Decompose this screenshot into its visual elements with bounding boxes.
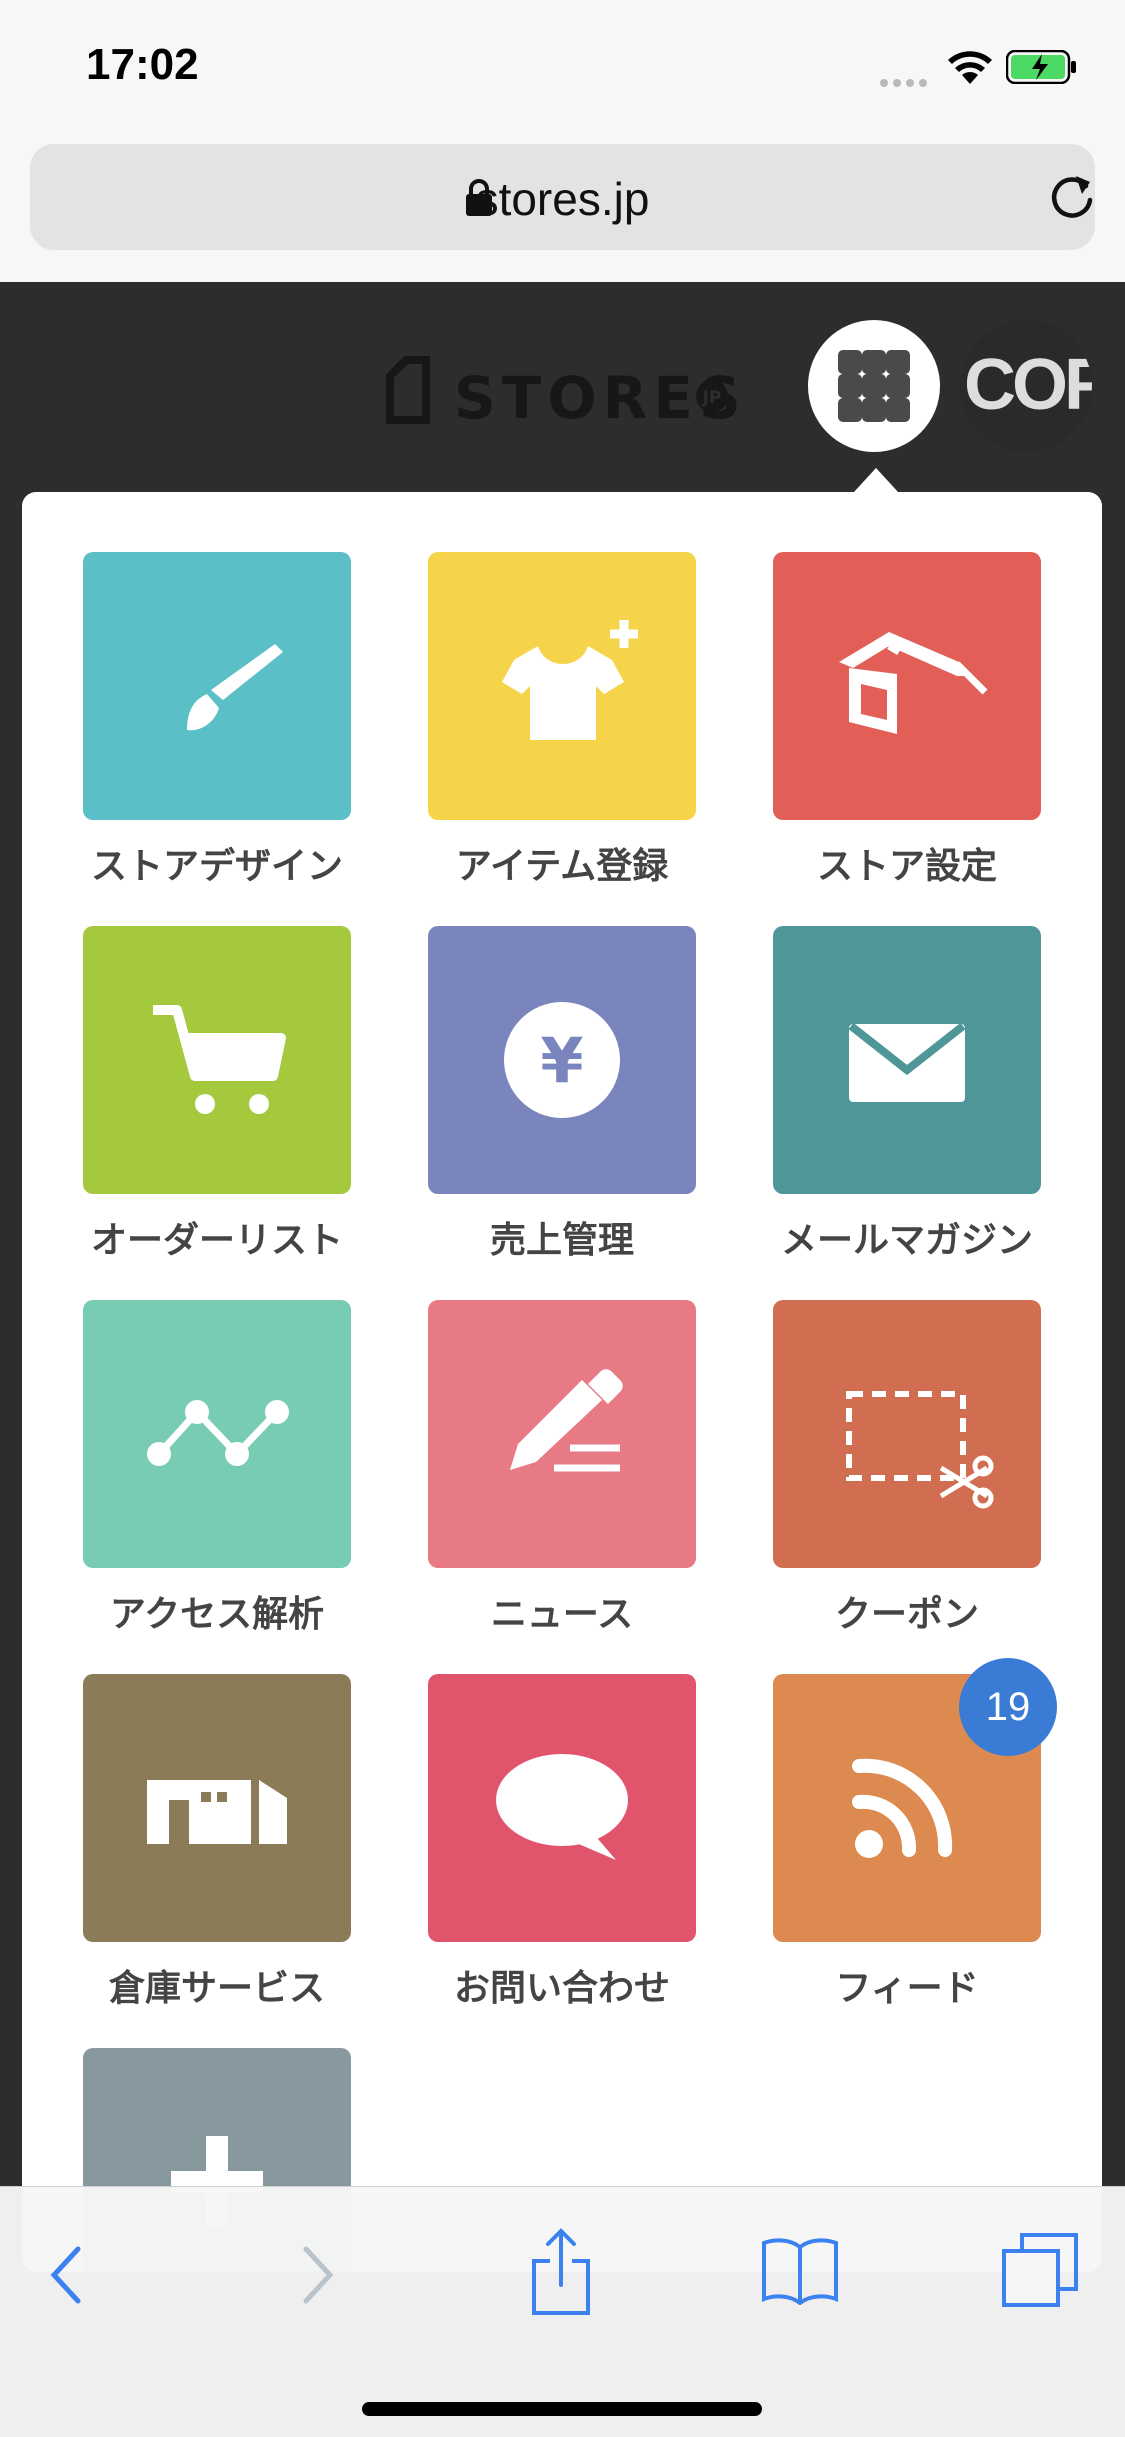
app-tile-store-settings[interactable] [773, 552, 1041, 820]
notification-badge: 19 [959, 1658, 1057, 1756]
wifi-icon [948, 51, 992, 84]
back-chevron-icon[interactable] [44, 2243, 88, 2307]
grid-dot [838, 350, 862, 374]
home-indicator [362, 2402, 762, 2416]
app-tile-inquiry[interactable] [428, 1674, 696, 1942]
app-label: クーポン [834, 1594, 979, 1635]
cellular-signal-icon [880, 72, 936, 87]
bookmarks-icon[interactable] [760, 2235, 840, 2305]
app-menu-panel: ストアデザイン アイテム登録 ストア設定 オーダーリスト ¥ 売上管理 メールマ… [22, 492, 1102, 2272]
address-bar-area: stores.jp [0, 140, 1125, 283]
url-text: stores.jp [475, 173, 650, 225]
status-bar: 17:02 [0, 0, 1125, 140]
app-label: アクセス解析 [109, 1594, 325, 1635]
coupon-scissors-icon [773, 1300, 1041, 1568]
brush-icon [83, 552, 351, 820]
grid-dot [886, 398, 910, 422]
app-tile-order-list[interactable] [83, 926, 351, 1194]
stores-logo[interactable]: STORES JP [386, 350, 746, 430]
store-avatar[interactable]: COF [960, 320, 1092, 452]
svg-text:JP: JP [702, 388, 722, 408]
app-label: ストアデザイン [90, 846, 343, 887]
line-graph-icon [83, 1300, 351, 1568]
address-bar[interactable]: stores.jp [30, 144, 1095, 250]
app-tile-item-register[interactable] [428, 552, 696, 820]
svg-text:¥: ¥ [540, 1024, 583, 1097]
grid-dot [862, 398, 886, 422]
app-tile-coupon[interactable] [773, 1300, 1041, 1568]
browser-toolbar [0, 2186, 1125, 2437]
app-label: ニュース [490, 1594, 634, 1635]
app-tile-store-design[interactable] [83, 552, 351, 820]
pencil-icon [428, 1300, 696, 1568]
app-grid-button[interactable] [808, 320, 940, 452]
app-tile-mail-magazine[interactable] [773, 926, 1041, 1194]
app-label: 倉庫サービス [108, 1968, 325, 2009]
popover-pointer [854, 468, 898, 492]
app-label: フィード [835, 1968, 979, 2009]
grid-dot [838, 398, 862, 422]
grid-dot [862, 374, 886, 398]
cart-icon [83, 926, 351, 1194]
status-time: 17:02 [86, 40, 199, 89]
reload-icon[interactable] [1046, 172, 1098, 224]
app-label: メールマガジン [780, 1220, 1033, 1261]
tabs-icon[interactable] [1000, 2231, 1080, 2307]
app-tile-news[interactable] [428, 1300, 696, 1568]
grid-dot [886, 374, 910, 398]
yen-icon: ¥ [428, 926, 696, 1194]
app-tile-access-analytics[interactable] [83, 1300, 351, 1568]
app-label: お問い合わせ [453, 1968, 670, 2009]
forward-chevron-icon[interactable] [296, 2243, 340, 2307]
app-label: オーダーリスト [90, 1220, 343, 1261]
avatar-text: COF [964, 345, 1092, 425]
app-label: 売上管理 [489, 1220, 634, 1261]
app-tile-sales[interactable]: ¥ [428, 926, 696, 1194]
house-icon [773, 552, 1041, 820]
battery-charging-icon [1006, 50, 1076, 84]
speech-bubble-icon [428, 1674, 696, 1942]
app-tile-warehouse[interactable] [83, 1674, 351, 1942]
tshirt-plus-icon [428, 552, 696, 820]
app-label: ストア設定 [816, 846, 997, 887]
grid-dot [886, 350, 910, 374]
share-icon[interactable] [528, 2227, 594, 2317]
grid-dot [862, 350, 886, 374]
app-label: アイテム登録 [455, 846, 669, 887]
envelope-icon [773, 926, 1041, 1194]
warehouse-icon [83, 1674, 351, 1942]
grid-dot [838, 374, 862, 398]
